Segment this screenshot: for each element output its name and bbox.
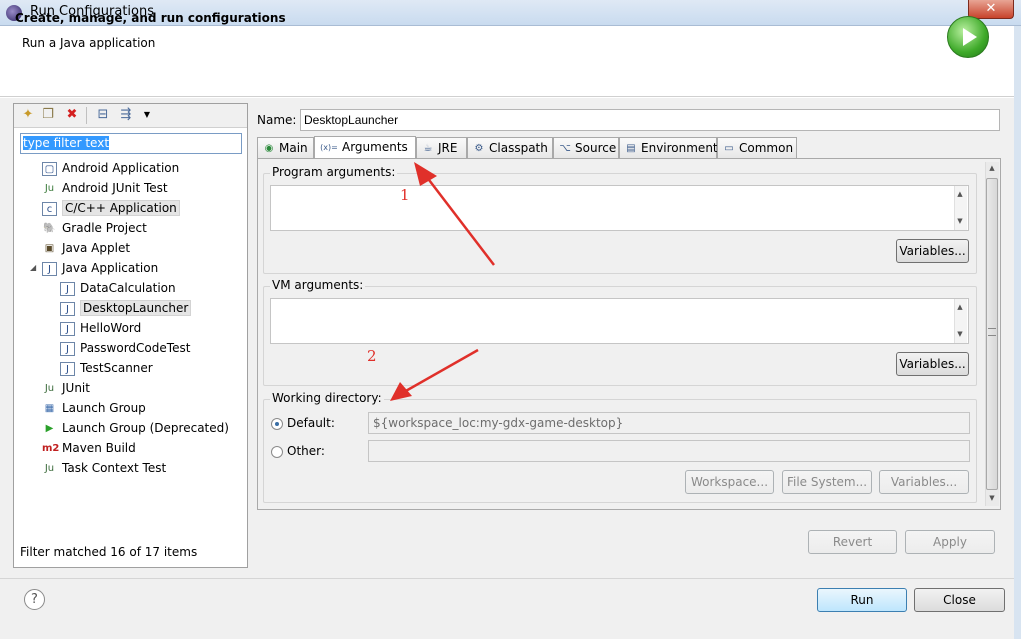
run-button[interactable]: Run	[817, 588, 907, 612]
window-frame	[1014, 26, 1021, 639]
annotation-arrowhead-1	[414, 162, 437, 186]
annotation-number-1: 1	[400, 186, 410, 204]
annotation-arrow-2	[403, 348, 479, 394]
help-icon[interactable]: ?	[24, 589, 45, 610]
footer-separator	[0, 578, 1021, 579]
annotation-arrows	[390, 162, 495, 401]
annotation-number-2: 2	[367, 347, 377, 365]
annotation-arrow-1	[425, 175, 495, 266]
annotation-arrowhead-2	[390, 382, 412, 401]
close-button[interactable]: Close	[914, 588, 1005, 612]
